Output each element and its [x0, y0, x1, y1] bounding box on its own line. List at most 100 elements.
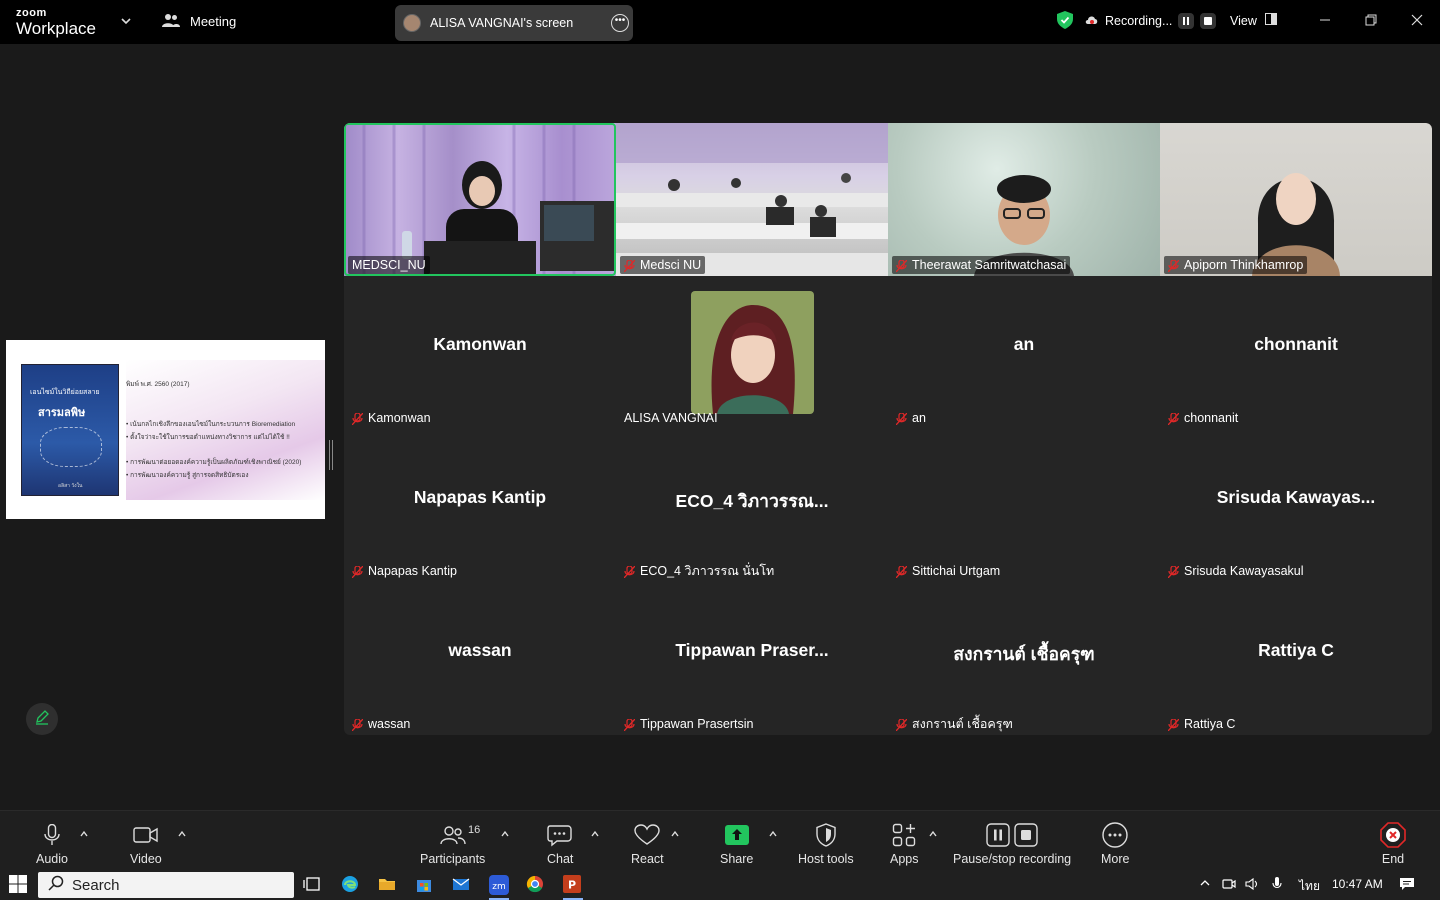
audio-options-chevron-icon[interactable]: [79, 829, 89, 839]
video-feed-apiporn: [1252, 173, 1340, 276]
audio-button[interactable]: Audio: [36, 821, 68, 866]
end-label: End: [1381, 852, 1405, 866]
stop-recording-icon[interactable]: [1200, 13, 1217, 29]
pause-recording-icon[interactable]: [1178, 13, 1195, 29]
react-button[interactable]: React: [631, 821, 664, 866]
participant-tile[interactable]: Theerawat Samritwatchasai: [888, 123, 1160, 276]
participant-name: Theerawat Samritwatchasai: [912, 258, 1067, 272]
book-subtitle: สารมลพิษ: [38, 407, 86, 419]
participant-name-tag: สงกรานต์ เชื้อครุฑ: [892, 715, 1017, 733]
participant-name: ECO_4 วิภาวรรณ นั่นโท: [640, 564, 775, 578]
file-explorer-icon[interactable]: [378, 875, 398, 895]
participant-tile[interactable]: Napapas Kantip Napapas Kantip: [344, 429, 616, 582]
participant-name-tag: Medsci NU: [620, 256, 706, 274]
host-tools-label: Host tools: [798, 852, 854, 866]
restore-icon[interactable]: [1361, 10, 1381, 30]
windows-start-icon[interactable]: [9, 875, 29, 895]
view-layout-icon: [1264, 13, 1277, 28]
participant-tile[interactable]: Sittichai Urtgam: [888, 429, 1160, 582]
mic-muted-icon: [623, 565, 636, 579]
share-options-chevron-icon[interactable]: [768, 829, 778, 839]
chat-options-chevron-icon[interactable]: [590, 829, 600, 839]
taskbar-search[interactable]: Search: [38, 872, 294, 898]
pause-stop-recording-button[interactable]: Pause/stop recording: [953, 821, 1071, 866]
zoom-taskbar-icon[interactable]: zm: [489, 875, 509, 895]
more-button[interactable]: More: [1101, 821, 1129, 866]
participant-tile[interactable]: ECO_4 วิภาวรรณ... ECO_4 วิภาวรรณ นั่นโท: [616, 429, 888, 582]
store-icon[interactable]: [415, 875, 435, 895]
participant-tile[interactable]: สงกรานต์ เชื้อครุฑ สงกรานต์ เชื้อครุฑ: [888, 582, 1160, 735]
notification-icon[interactable]: [1399, 877, 1415, 894]
participant-display-name: Tippawan Praser...: [675, 640, 829, 660]
view-button[interactable]: View: [1230, 13, 1277, 28]
chevron-up-icon[interactable]: [1199, 877, 1211, 892]
slide-bullet-4: • การพัฒนาองค์ความรู้ สู่การจดสิทธิบัตรเ…: [126, 472, 249, 479]
volume-icon[interactable]: [1245, 877, 1259, 894]
participant-name-tag: Apiporn Thinkhamrop: [1164, 256, 1308, 274]
participant-tile[interactable]: Srisuda Kawayas... Srisuda Kawayasakul: [1160, 429, 1432, 582]
microphone-tray-icon[interactable]: [1272, 877, 1282, 894]
annotate-button[interactable]: [26, 703, 58, 735]
participant-name-tag: Napapas Kantip: [348, 562, 461, 580]
edge-browser-icon[interactable]: [341, 875, 361, 895]
participant-tile[interactable]: chonnanit chonnanit: [1160, 276, 1432, 429]
participant-tile[interactable]: an an: [888, 276, 1160, 429]
participant-tile[interactable]: Medsci NU: [616, 123, 888, 276]
participant-display-name: chonnanit: [1254, 334, 1338, 354]
chevron-down-icon[interactable]: [120, 14, 132, 32]
participant-tile[interactable]: wassan wassan: [344, 582, 616, 735]
share-screen-icon: [724, 821, 750, 849]
more-options-icon[interactable]: •••: [611, 14, 629, 32]
minimize-icon[interactable]: [1315, 10, 1335, 30]
participant-name: Apiporn Thinkhamrop: [1184, 258, 1304, 272]
participant-name: สงกรานต์ เชื้อครุฑ: [912, 717, 1013, 731]
pause-stop-recording-icon: [986, 821, 1038, 849]
audio-label: Audio: [36, 852, 68, 866]
encryption-shield-icon[interactable]: [1057, 11, 1073, 34]
resize-handle[interactable]: [329, 440, 333, 470]
apps-button[interactable]: Apps: [890, 821, 919, 866]
participant-grid: MEDSCI_NU Medsci NU Theerawat Samritwatc…: [344, 123, 1432, 735]
participant-name: Medsci NU: [640, 258, 702, 272]
video-feed-classroom: [616, 123, 888, 276]
host-tools-button[interactable]: Host tools: [798, 821, 854, 866]
book-title: เอนไซม์ในวิถีย่อยสลาย: [30, 389, 100, 396]
apps-options-chevron-icon[interactable]: [928, 829, 938, 839]
participant-tile[interactable]: Kamonwan Kamonwan: [344, 276, 616, 429]
participants-label: Participants: [420, 852, 486, 866]
video-camera-icon: [133, 821, 159, 849]
view-label: View: [1230, 13, 1257, 28]
participants-icon: [439, 821, 466, 849]
video-options-chevron-icon[interactable]: [177, 829, 187, 839]
participant-name-tag: Rattiya C: [1164, 715, 1239, 733]
clock[interactable]: 10:47 AM: [1332, 877, 1383, 891]
participant-name-tag: Tippawan Prasertsin: [620, 715, 757, 733]
cloud-record-icon: [1085, 14, 1099, 29]
share-button[interactable]: Share: [720, 821, 753, 866]
participant-tile[interactable]: Tippawan Praser... Tippawan Prasertsin: [616, 582, 888, 735]
react-options-chevron-icon[interactable]: [670, 829, 680, 839]
screen-share-label: ALISA VANGNAI's screen: [430, 16, 574, 30]
video-button[interactable]: Video: [130, 821, 162, 866]
participant-tile[interactable]: Rattiya C Rattiya C: [1160, 582, 1432, 735]
recording-indicator[interactable]: Recording...: [1085, 13, 1217, 29]
chat-button[interactable]: Chat: [547, 821, 573, 866]
chrome-icon[interactable]: [526, 875, 546, 895]
powerpoint-icon[interactable]: P: [563, 875, 583, 895]
screen-share-indicator[interactable]: ALISA VANGNAI's screen •••: [395, 5, 633, 41]
participants-options-chevron-icon[interactable]: [500, 829, 510, 839]
input-language[interactable]: ไทย: [1299, 877, 1320, 896]
profile-photo-alisa: [691, 291, 814, 414]
close-icon[interactable]: [1407, 10, 1427, 30]
participant-tile[interactable]: Apiporn Thinkhamrop: [1160, 123, 1432, 276]
slide-bullet-2: • ตั้งใจว่าจะใช้ในการขอตำแหน่งทางวิชาการ…: [126, 434, 290, 441]
brand-bottom: Workplace: [16, 19, 96, 38]
camera-tray-icon[interactable]: [1222, 877, 1236, 894]
participant-tile[interactable]: ALISA VANGNAI: [616, 276, 888, 429]
task-view-icon[interactable]: [303, 875, 323, 895]
participant-tile[interactable]: MEDSCI_NU: [344, 123, 616, 276]
mail-icon[interactable]: [452, 875, 472, 895]
end-meeting-button[interactable]: End: [1380, 821, 1406, 866]
meeting-menu[interactable]: Meeting: [162, 12, 236, 31]
shared-screen-thumbnail[interactable]: เอนไซม์ในวิถีย่อยสลาย สารมลพิษ อลิสา วัง…: [6, 340, 325, 519]
